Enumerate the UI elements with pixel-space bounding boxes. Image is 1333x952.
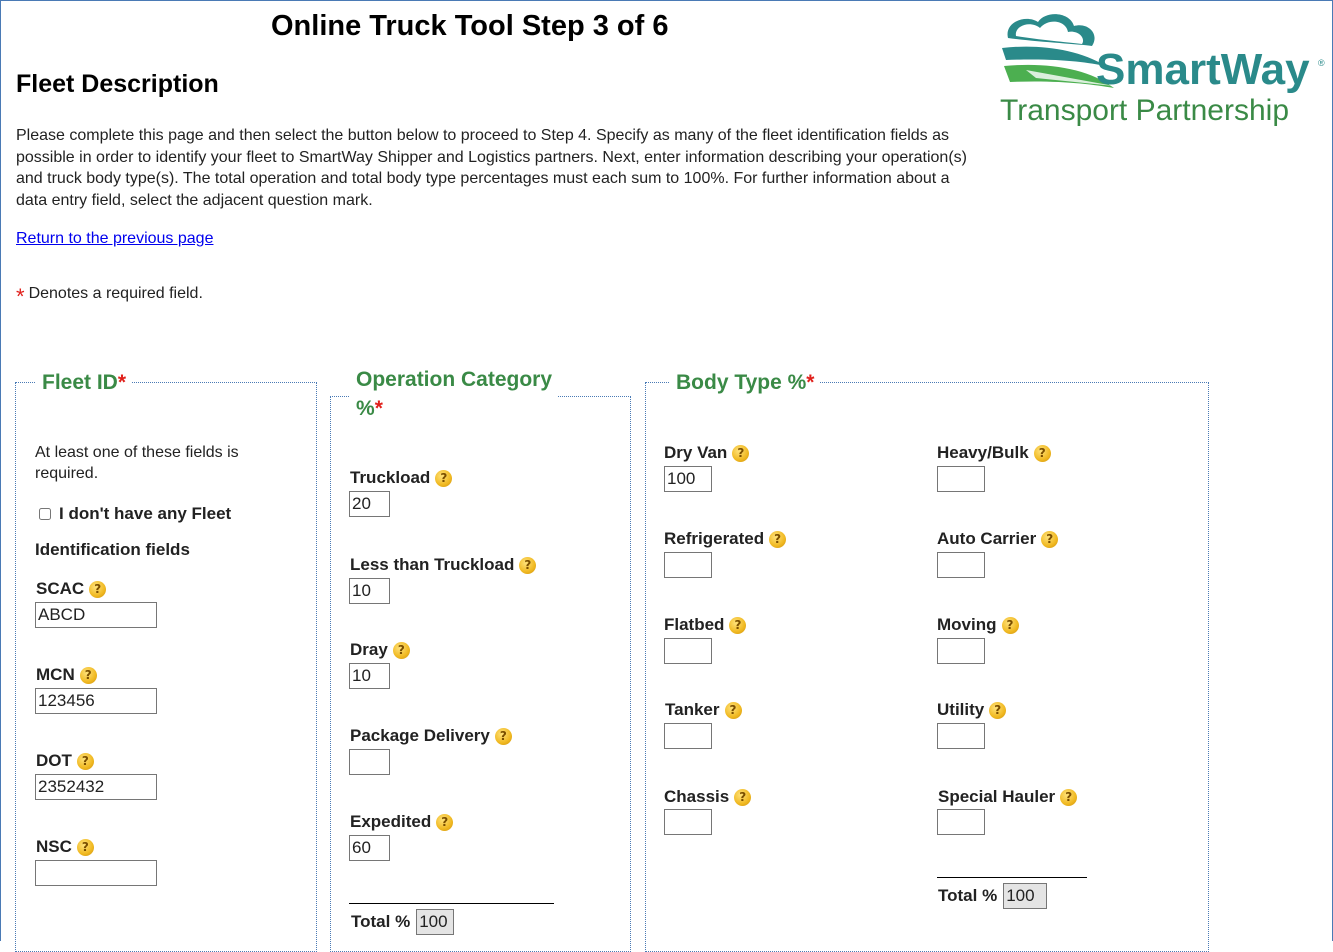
logo-brand: SmartWay	[1096, 45, 1310, 94]
package-delivery-label: Package Delivery?	[350, 726, 512, 746]
help-icon[interactable]: ?	[435, 469, 453, 487]
help-icon[interactable]: ?	[1033, 444, 1051, 462]
help-icon[interactable]: ?	[1041, 530, 1059, 548]
package-delivery-input[interactable]	[349, 749, 390, 775]
expedited-input[interactable]	[349, 835, 390, 861]
tanker-label: Tanker?	[665, 700, 742, 720]
mcn-label: MCN?	[36, 665, 97, 685]
truckload-input[interactable]	[349, 491, 390, 517]
chassis-input[interactable]	[664, 809, 712, 835]
flatbed-label: Flatbed?	[664, 615, 747, 635]
smartway-logo: SmartWay ® Transport Partnership	[1000, 14, 1325, 127]
required-note: * Denotes a required field.	[16, 278, 203, 309]
fleet-id-panel: Fleet ID* At least one of these fields i…	[15, 369, 317, 952]
chassis-label: Chassis?	[664, 787, 752, 807]
help-icon[interactable]: ?	[729, 616, 747, 634]
operation-total-label: Total %	[351, 912, 411, 931]
scac-label: SCAC?	[36, 579, 107, 599]
operation-total-value	[416, 909, 455, 935]
utility-label: Utility?	[937, 700, 1007, 720]
nsc-label: NSC?	[36, 837, 94, 857]
moving-input[interactable]	[937, 638, 985, 664]
no-fleet-id-label-line2: Identification fields	[35, 540, 190, 559]
return-previous-link[interactable]: Return to the previous page	[16, 230, 213, 248]
no-fleet-id-checkbox-row[interactable]: I don't have any Fleet	[35, 504, 231, 524]
special-hauler-label: Special Hauler?	[938, 787, 1078, 807]
scac-input[interactable]	[35, 602, 157, 628]
logo-registered: ®	[1318, 58, 1325, 68]
body-type-total-label: Total %	[938, 886, 998, 905]
auto-carrier-input[interactable]	[937, 552, 985, 578]
help-icon[interactable]: ?	[79, 666, 97, 684]
dot-label: DOT?	[36, 751, 94, 771]
flatbed-input[interactable]	[664, 638, 712, 664]
body-type-panel: Body Type %* Dry Van? Refrigerated? Flat…	[645, 369, 1209, 952]
intro-text: Please complete this page and then selec…	[16, 127, 967, 209]
required-note-text: Denotes a required field.	[28, 285, 203, 302]
help-icon[interactable]: ?	[89, 580, 107, 598]
mcn-input[interactable]	[35, 688, 157, 714]
moving-label: Moving?	[937, 615, 1019, 635]
page-title: Online Truck Tool Step 3 of 6	[271, 10, 669, 42]
logo-tagline: Transport Partnership	[1000, 94, 1289, 127]
nsc-input[interactable]	[35, 860, 157, 886]
help-icon[interactable]: ?	[989, 701, 1007, 719]
dray-label: Dray?	[350, 640, 410, 660]
body-type-total-value	[1003, 883, 1048, 909]
fleet-id-note: At least one of these fields is required…	[35, 444, 239, 482]
required-star: *	[16, 284, 25, 309]
tanker-input[interactable]	[664, 723, 712, 749]
refrigerated-label: Refrigerated?	[664, 529, 787, 549]
no-fleet-id-label: I don't have any Fleet	[59, 504, 232, 523]
less-than-truckload-input[interactable]	[349, 578, 390, 604]
fleet-id-legend: Fleet ID*	[36, 369, 133, 397]
heavy-bulk-input[interactable]	[937, 466, 985, 492]
help-icon[interactable]: ?	[769, 530, 787, 548]
help-icon[interactable]: ?	[1001, 616, 1019, 634]
help-icon[interactable]: ?	[76, 838, 94, 856]
truckload-label: Truckload?	[350, 468, 453, 488]
body-type-total-rule	[937, 877, 1087, 878]
utility-input[interactable]	[937, 723, 985, 749]
auto-carrier-label: Auto Carrier?	[937, 529, 1059, 549]
body-type-legend: Body Type %*	[670, 369, 821, 397]
dry-van-label: Dry Van?	[664, 443, 750, 463]
help-icon[interactable]: ?	[392, 641, 410, 659]
dry-van-input[interactable]	[664, 466, 712, 492]
special-hauler-input[interactable]	[937, 809, 985, 835]
help-icon[interactable]: ?	[1060, 788, 1078, 806]
help-icon[interactable]: ?	[724, 701, 742, 719]
refrigerated-input[interactable]	[664, 552, 712, 578]
operation-category-legend: Operation Category %*	[350, 365, 559, 423]
help-icon[interactable]: ?	[494, 727, 512, 745]
operation-category-panel: Operation Category %* Truckload? Less th…	[330, 365, 631, 952]
help-icon[interactable]: ?	[732, 444, 750, 462]
operation-total-row: Total %	[351, 909, 455, 935]
help-icon[interactable]: ?	[436, 813, 454, 831]
help-icon[interactable]: ?	[76, 752, 94, 770]
dot-input[interactable]	[35, 774, 157, 800]
body-type-total-row: Total %	[938, 883, 1048, 909]
help-icon[interactable]: ?	[734, 788, 752, 806]
no-fleet-id-checkbox[interactable]	[39, 508, 51, 520]
operation-total-rule	[349, 903, 554, 904]
dray-input[interactable]	[349, 663, 390, 689]
less-than-truckload-label: Less than Truckload?	[350, 555, 537, 575]
heavy-bulk-label: Heavy/Bulk?	[937, 443, 1051, 463]
expedited-label: Expedited?	[350, 812, 454, 832]
section-title: Fleet Description	[16, 70, 219, 98]
help-icon[interactable]: ?	[519, 556, 537, 574]
